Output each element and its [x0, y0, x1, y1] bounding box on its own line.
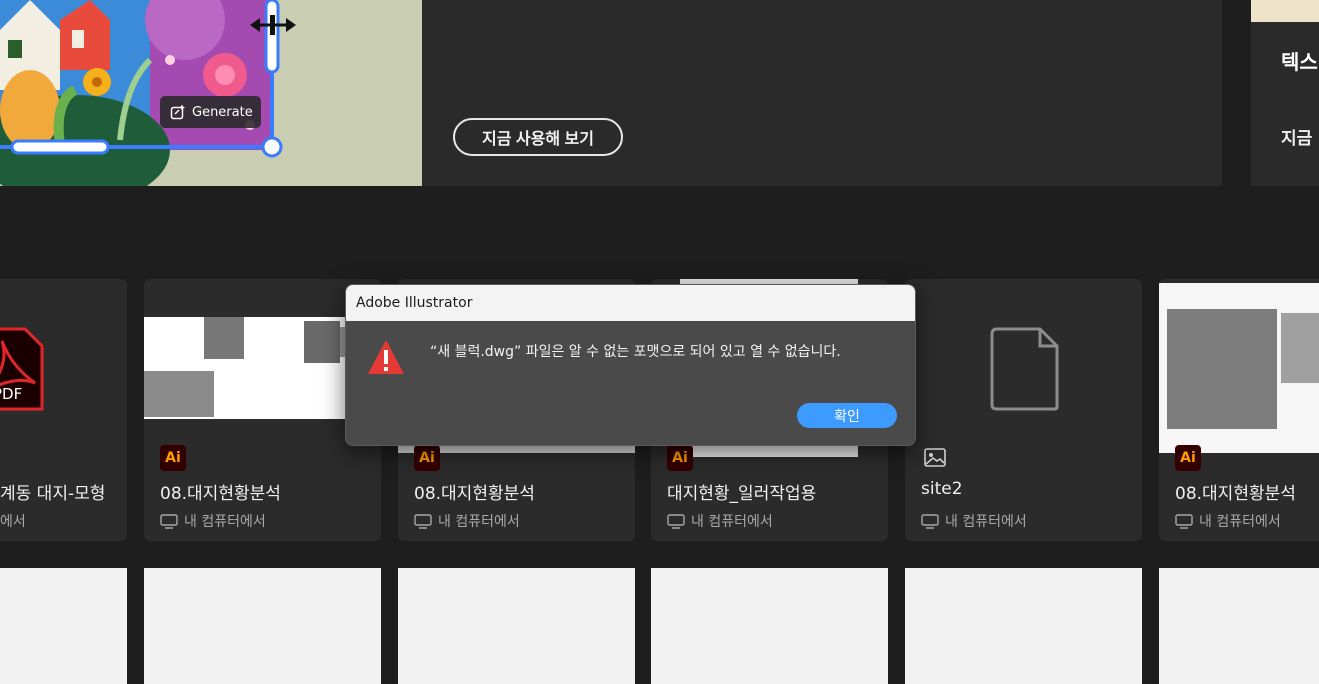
file-thumbnail: PDF: [0, 279, 127, 457]
promo-right-image: [1251, 0, 1319, 22]
file-card-thumbnail[interactable]: [1159, 568, 1319, 684]
file-card-thumbnail[interactable]: [0, 568, 127, 684]
generative-art-illustration: [0, 0, 296, 186]
promo-right-subtitle: 지금: [1281, 129, 1313, 149]
promo-text-card: [422, 0, 1222, 186]
file-location: 내 컴퓨터에서: [1175, 511, 1281, 531]
computer-icon: [1175, 513, 1193, 529]
promo-right-card[interactable]: 텍스 지금: [1251, 0, 1319, 186]
file-location-label: 에서: [0, 514, 26, 530]
file-name: 대지현황_일러작업용: [667, 484, 817, 504]
promo-right-title: 텍스: [1281, 50, 1318, 74]
file-location-label: 내 컴퓨터에서: [184, 514, 266, 530]
file-location: 내 컴퓨터에서: [921, 511, 1027, 531]
computer-icon: [667, 513, 685, 529]
file-location-label: 내 컴퓨터에서: [438, 514, 520, 530]
dialog-title: Adobe Illustrator: [356, 295, 473, 311]
file-name: 08.대지현황분석: [414, 484, 535, 504]
file-card[interactable]: site2 내 컴퓨터에서: [905, 279, 1142, 541]
file-location: 내 컴퓨터에서: [414, 511, 520, 531]
file-location: 내 컴퓨터에서: [667, 511, 773, 531]
dialog-titlebar[interactable]: Adobe Illustrator: [346, 285, 915, 321]
computer-icon: [160, 513, 178, 529]
promo-illustration-card[interactable]: Generate: [0, 0, 422, 186]
error-dialog: Adobe Illustrator “새 블럭.dwg” 파일은 알 수 없는 …: [345, 284, 916, 446]
file-name: 08.대지현황분석: [160, 484, 281, 504]
file-location-label: 내 컴퓨터에서: [945, 514, 1027, 530]
file-location: 내 컴퓨터에서: [160, 511, 266, 531]
generate-icon: [170, 104, 185, 120]
file-location: 에서: [0, 511, 26, 531]
file-thumbnail: [905, 279, 1142, 457]
file-location-label: 내 컴퓨터에서: [1199, 514, 1281, 530]
svg-text:PDF: PDF: [0, 385, 22, 403]
pdf-file-icon: PDF: [0, 327, 44, 411]
ai-file-badge: Ai: [414, 445, 440, 471]
file-card-thumbnail[interactable]: [651, 568, 888, 684]
dialog-message: “새 블럭.dwg” 파일은 알 수 없는 포맷으로 되어 있고 열 수 없습니…: [430, 344, 841, 360]
file-card-thumbnail[interactable]: [144, 568, 381, 684]
computer-icon: [921, 513, 939, 529]
generic-file-icon: [990, 327, 1059, 411]
computer-icon: [414, 513, 432, 529]
file-thumbnail: [1159, 279, 1319, 457]
try-now-button[interactable]: 지금 사용해 보기: [453, 118, 623, 156]
file-name: site2: [921, 479, 963, 499]
file-name: 08.대지현황분석: [1175, 484, 1296, 504]
file-name: 계동 대지-모형: [0, 484, 106, 504]
ai-file-badge: Ai: [1175, 445, 1201, 471]
file-card-thumbnail[interactable]: [398, 568, 635, 684]
file-card[interactable]: PDF 계동 대지-모형 에서: [0, 279, 127, 541]
file-card[interactable]: Ai 08.대지현황분석 내 컴퓨터에서: [1159, 279, 1319, 541]
image-file-icon: [924, 448, 946, 467]
app-home: Generate 지금 사용해 보기 텍스 지금 PDF 계동 대지-모형 에서: [0, 0, 1319, 684]
generate-button[interactable]: Generate: [160, 96, 261, 128]
ok-button[interactable]: 확인: [797, 403, 897, 428]
generate-label: Generate: [192, 104, 253, 120]
ai-file-badge: Ai: [667, 445, 693, 471]
file-location-label: 내 컴퓨터에서: [691, 514, 773, 530]
ai-file-badge: Ai: [160, 445, 186, 471]
warning-icon: [368, 340, 404, 374]
file-card-thumbnail[interactable]: [905, 568, 1142, 684]
